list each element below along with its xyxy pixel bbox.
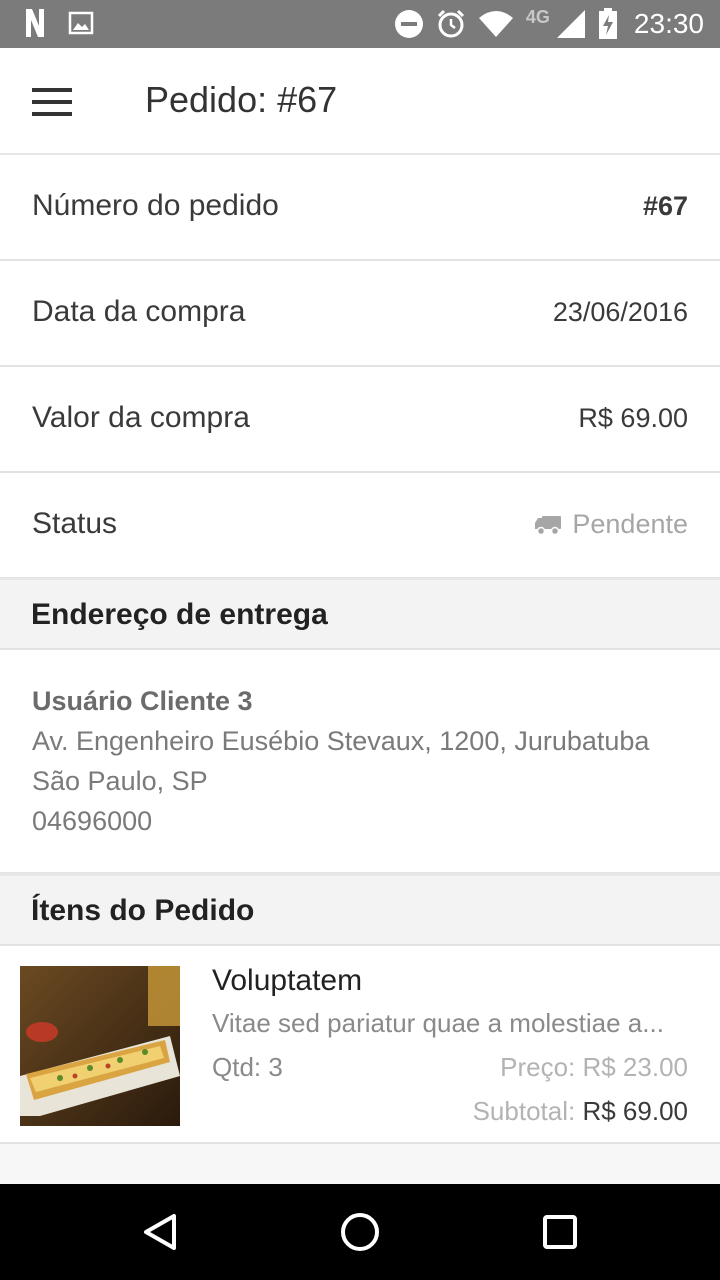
item-description: Vitae sed pariatur quae a molestiae a... [212,1008,664,1038]
wifi-icon [478,11,513,37]
purchase-date-row: Data da compra 23/06/2016 [0,261,720,367]
status-bar: 4G 23:30 [0,0,720,48]
subtotal-value: R$ 69.00 [582,1096,688,1126]
list-item[interactable]: Voluptatem Vitae sed pariatur quae a mol… [0,946,720,1144]
status-bar-left [24,8,94,38]
status-bar-right: 4G 23:30 [394,6,704,42]
truck-icon [535,515,562,535]
status-badge: Pendente [534,509,688,540]
address-section-title: Endereço de entrega [31,598,328,631]
item-name: Voluptatem [212,964,363,997]
order-number-label: Número do pedido [32,189,279,222]
item-quantity: Qtd: 3 [212,1052,283,1082]
purchase-date-value: 23/06/2016 [552,297,688,327]
system-nav-bar [0,1184,720,1280]
app-bar: Pedido: #67 [0,48,720,155]
status-value: Pendente [572,509,688,539]
back-icon[interactable] [136,1208,184,1256]
signal-icon [556,10,585,38]
n-icon [26,9,44,37]
purchase-amount-label: Valor da compra [32,401,250,434]
item-subtotal: Subtotal: R$ 69.00 [473,1096,688,1127]
purchase-amount-row: Valor da compra R$ 69.00 [0,367,720,473]
address-zip: 04696000 [32,806,153,836]
delivery-address: Usuário Cliente 3 Av. Engenheiro Eusébio… [0,650,720,874]
image-icon [68,11,94,35]
address-street: Av. Engenheiro Eusébio Stevaux, 1200, Ju… [32,726,650,756]
dnd-icon [394,10,423,38]
address-section-header: Endereço de entrega [0,578,720,650]
purchase-date-label: Data da compra [32,295,246,328]
page-title: Pedido: #67 [145,79,338,120]
network-type: 4G [525,6,550,27]
hamburger-menu-icon[interactable] [24,78,80,126]
items-section-title: Ítens do Pedido [31,894,255,927]
list-footer-area [0,1144,720,1184]
status-row: Status Pendente [0,473,720,579]
battery-icon [598,8,617,39]
order-number-row: Número do pedido #67 [0,155,720,261]
product-image [20,966,180,1126]
purchase-amount-value: R$ 69.00 [578,403,688,433]
order-number-value: #67 [642,191,688,221]
clock: 23:30 [633,8,704,39]
home-icon[interactable] [336,1208,384,1256]
address-name: Usuário Cliente 3 [32,686,253,716]
subtotal-label: Subtotal: [472,1096,576,1126]
items-section-header: Ítens do Pedido [0,874,720,946]
item-price: Preço: R$ 23.00 [500,1052,688,1082]
status-label: Status [32,507,118,540]
alarm-icon [437,9,464,38]
recents-icon[interactable] [536,1208,584,1256]
address-city: São Paulo, SP [32,766,208,796]
